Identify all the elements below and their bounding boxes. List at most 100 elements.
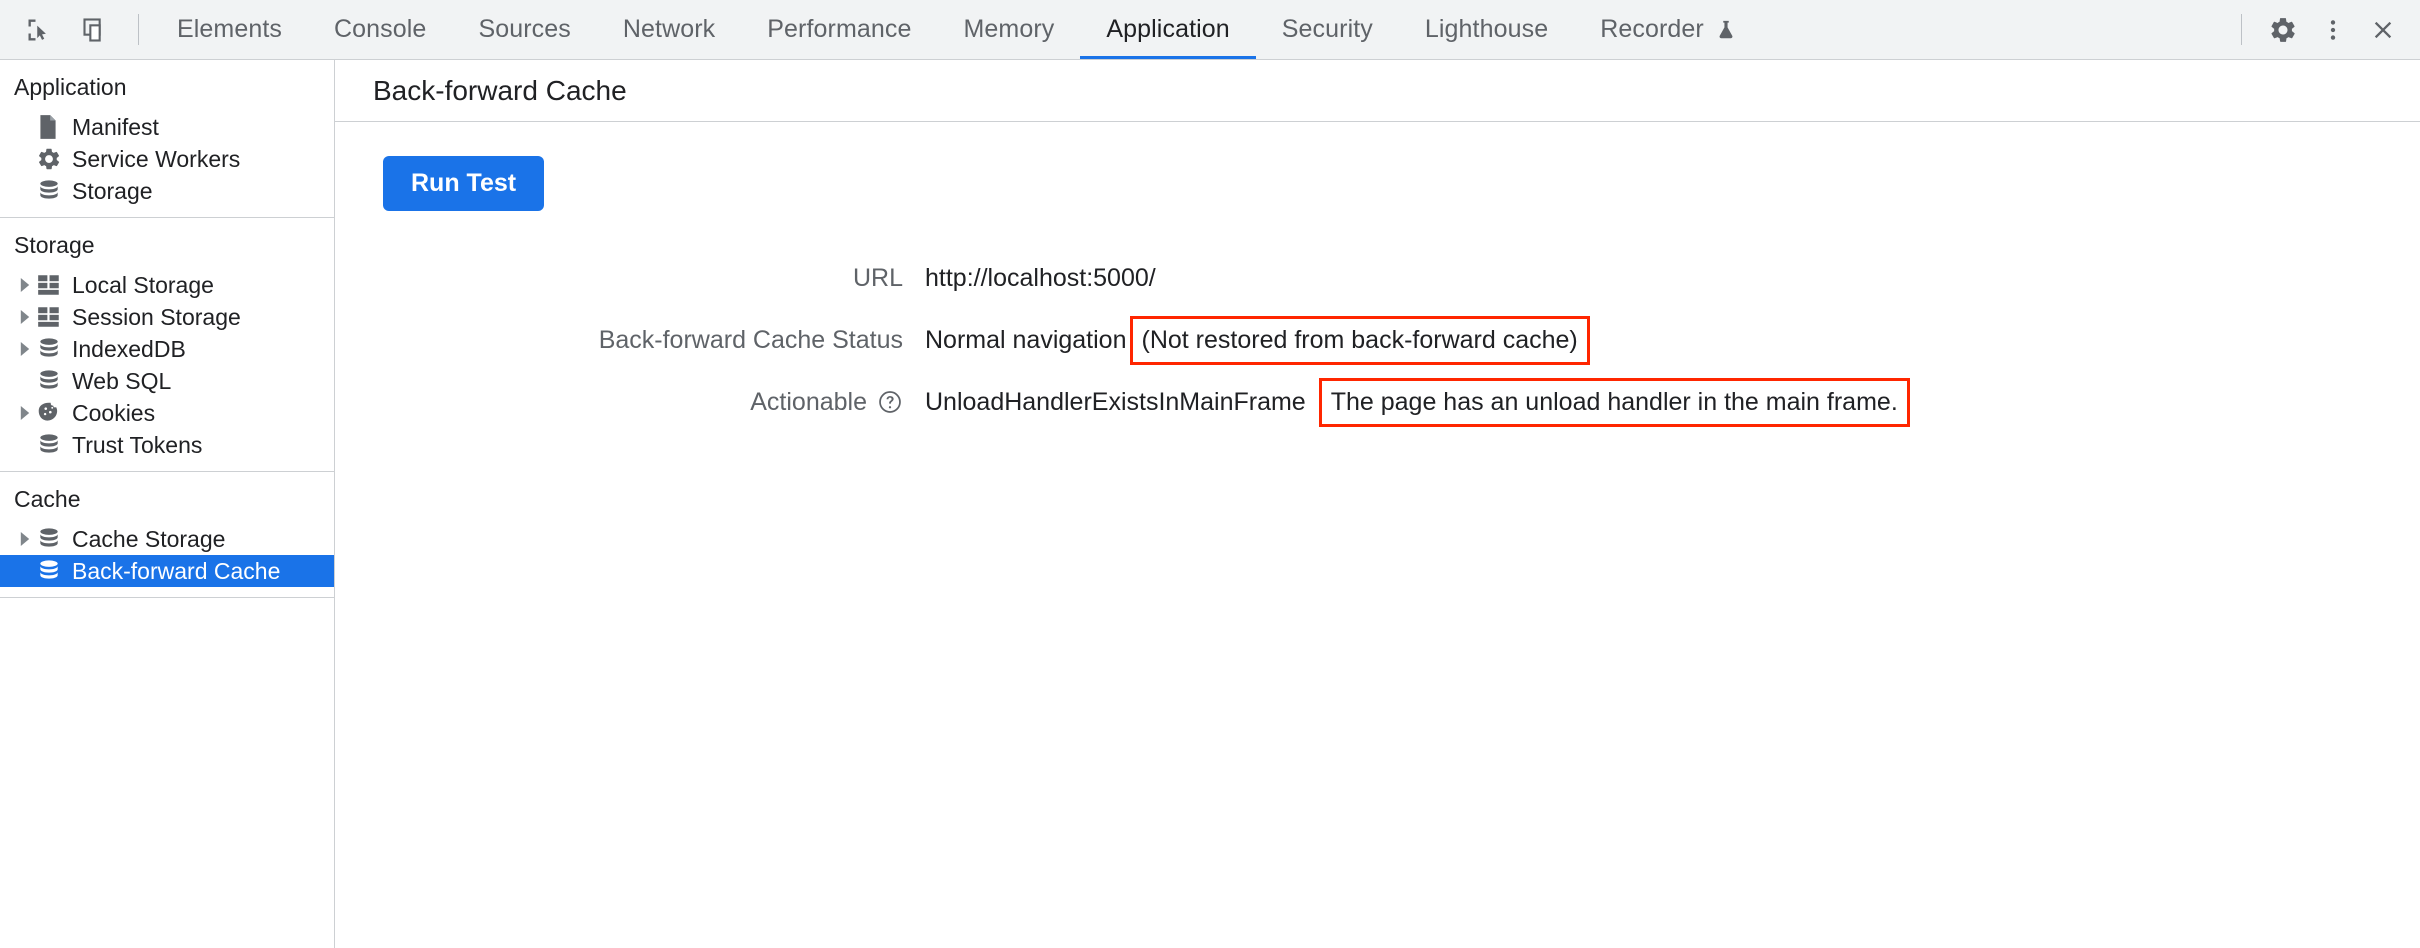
close-icon[interactable] xyxy=(2362,9,2404,51)
report-row-actionable: Actionable UnloadHandlerExistsInMainFram… xyxy=(335,371,2420,433)
gear-icon[interactable] xyxy=(2262,9,2304,51)
row-value: UnloadHandlerExistsInMainFrame The page … xyxy=(925,377,1910,427)
sidebar-item-label: Back-forward Cache xyxy=(72,557,281,584)
database-icon xyxy=(36,526,66,552)
tab-network[interactable]: Network xyxy=(597,0,741,59)
gear-icon xyxy=(36,146,66,172)
bfcache-report: URL http://localhost:5000/ Back-forward … xyxy=(335,247,2420,433)
sidebar-group-title: Cache xyxy=(14,486,81,512)
sidebar-item-trust-tokens[interactable]: Trust Tokens xyxy=(0,429,334,461)
sidebar-item-manifest[interactable]: Manifest xyxy=(0,111,334,143)
row-label: Actionable xyxy=(335,388,925,417)
table-icon xyxy=(36,273,66,297)
row-label: URL xyxy=(335,264,925,293)
sidebar-group-title: Application xyxy=(14,74,127,100)
sidebar-item-local-storage[interactable]: Local Storage xyxy=(0,269,334,301)
tab-lighthouse[interactable]: Lighthouse xyxy=(1399,0,1574,59)
chevron-right-icon[interactable] xyxy=(14,406,36,420)
tab-memory[interactable]: Memory xyxy=(937,0,1080,59)
tab-application[interactable]: Application xyxy=(1080,0,1257,59)
database-icon xyxy=(36,432,66,458)
report-row-url: URL http://localhost:5000/ xyxy=(335,247,2420,309)
database-icon xyxy=(36,178,66,204)
sidebar-item-indexeddb[interactable]: IndexedDB xyxy=(0,333,334,365)
sidebar-item-session-storage[interactable]: Session Storage xyxy=(0,301,334,333)
status-annotation-text: (Not restored from back-forward cache) xyxy=(1141,325,1578,354)
sidebar-group-storage: Storage Local Storage Session Storage In… xyxy=(0,218,334,472)
page-title: Back-forward Cache xyxy=(373,74,627,106)
help-circle-icon[interactable] xyxy=(877,389,903,415)
back-forward-cache-panel: Back-forward Cache Run Test URL http://l… xyxy=(335,60,2420,948)
toolbar-right-controls xyxy=(2233,0,2420,59)
table-icon xyxy=(36,305,66,329)
tab-label: Elements xyxy=(177,15,283,43)
run-test-row: Run Test xyxy=(335,156,2420,211)
flask-icon xyxy=(1715,19,1737,41)
tab-label: Recorder xyxy=(1600,15,1704,43)
sidebar-item-label: Cache Storage xyxy=(72,525,226,552)
sidebar-item-label: Web SQL xyxy=(72,367,172,394)
row-value: Normal navigation (Not restored from bac… xyxy=(925,315,1590,365)
application-sidebar: Application Manifest Service Workers Sto… xyxy=(0,60,335,948)
sidebar-group-application: Application Manifest Service Workers Sto… xyxy=(0,60,334,218)
sidebar-item-label: Local Storage xyxy=(72,271,214,298)
sidebar-item-label: Service Workers xyxy=(72,145,241,172)
status-value: Normal navigation xyxy=(925,325,1127,354)
device-toolbar-icon[interactable] xyxy=(74,9,116,51)
tab-label: Sources xyxy=(478,15,571,43)
inspect-cursor-icon[interactable] xyxy=(18,9,60,51)
row-value: http://localhost:5000/ xyxy=(925,264,1158,293)
sidebar-item-back-forward-cache[interactable]: Back-forward Cache xyxy=(0,555,334,587)
sidebar-item-label: Manifest xyxy=(72,113,159,140)
row-label-text: Actionable xyxy=(750,387,867,416)
sidebar-item-web-sql[interactable]: Web SQL xyxy=(0,365,334,397)
tab-sources[interactable]: Sources xyxy=(452,0,596,59)
more-vertical-icon[interactable] xyxy=(2312,9,2354,51)
sidebar-item-cache-storage[interactable]: Cache Storage xyxy=(0,523,334,555)
panel-body: Run Test URL http://localhost:5000/ Back… xyxy=(335,122,2420,948)
run-test-button[interactable]: Run Test xyxy=(383,156,545,211)
tab-console[interactable]: Console xyxy=(308,0,452,59)
chevron-right-icon[interactable] xyxy=(14,342,36,356)
database-icon xyxy=(36,368,66,394)
tab-security[interactable]: Security xyxy=(1256,0,1399,59)
chevron-right-icon[interactable] xyxy=(14,532,36,546)
cookie-icon xyxy=(36,400,66,426)
report-row-status: Back-forward Cache Status Normal navigat… xyxy=(335,309,2420,371)
panel-header: Back-forward Cache xyxy=(335,60,2420,122)
actionable-reason: UnloadHandlerExistsInMainFrame xyxy=(925,387,1306,416)
status-annotation-box: (Not restored from back-forward cache) xyxy=(1129,315,1590,365)
sidebar-item-label: Trust Tokens xyxy=(72,431,203,458)
document-icon xyxy=(36,114,66,140)
sidebar-item-label: Storage xyxy=(72,177,153,204)
sidebar-item-cookies[interactable]: Cookies xyxy=(0,397,334,429)
sidebar-group-cache: Cache Cache Storage Back-forward Cache xyxy=(0,472,334,598)
row-label: Back-forward Cache Status xyxy=(335,326,925,355)
sidebar-item-service-workers[interactable]: Service Workers xyxy=(0,143,334,175)
tab-label: Memory xyxy=(963,15,1055,43)
tab-label: Console xyxy=(334,15,427,43)
tab-label: Lighthouse xyxy=(1424,15,1549,43)
devtools-window: Elements Console Sources Network Perform… xyxy=(0,0,2420,948)
url-value: http://localhost:5000/ xyxy=(925,263,1156,292)
panel-tabs: Elements Console Sources Network Perform… xyxy=(151,0,2233,59)
sidebar-item-storage[interactable]: Storage xyxy=(0,175,334,207)
tab-recorder[interactable]: Recorder xyxy=(1574,0,1763,59)
main-split: Application Manifest Service Workers Sto… xyxy=(0,60,2420,948)
sidebar-item-label: Session Storage xyxy=(72,303,241,330)
tab-label: Application xyxy=(1106,15,1230,43)
chevron-right-icon[interactable] xyxy=(14,278,36,292)
row-label-text: URL xyxy=(852,263,903,292)
tab-label: Security xyxy=(1281,15,1373,43)
chevron-right-icon[interactable] xyxy=(14,310,36,324)
tab-label: Network xyxy=(622,15,716,43)
toolbar-divider-right xyxy=(2241,14,2242,45)
tab-label: Performance xyxy=(767,15,912,43)
actionable-annotation-text: The page has an unload handler in the ma… xyxy=(1330,387,1898,416)
devtools-toolbar: Elements Console Sources Network Perform… xyxy=(0,0,2420,60)
tab-elements[interactable]: Elements xyxy=(151,0,308,59)
tab-performance[interactable]: Performance xyxy=(741,0,937,59)
database-icon xyxy=(36,558,66,584)
toolbar-left-controls xyxy=(0,0,151,59)
database-icon xyxy=(36,336,66,362)
